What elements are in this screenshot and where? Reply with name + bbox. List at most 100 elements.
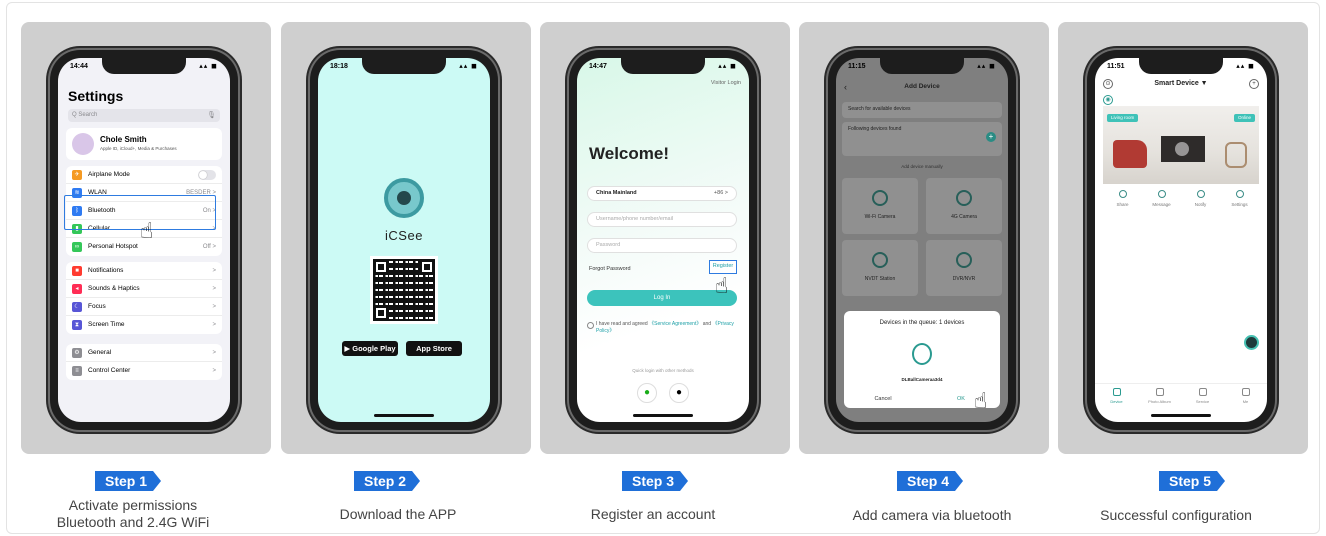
tile-dvr-nvr[interactable]: DVR/NVR <box>926 240 1002 296</box>
password-input[interactable]: Password <box>587 238 737 253</box>
agreement-checkbox[interactable]: I have read and agreed 《Service Agreemen… <box>587 321 739 334</box>
phone-notch <box>1139 58 1223 74</box>
signal-battery-icon: ▴▴ ◼ <box>199 63 218 70</box>
tab-label: Service <box>1195 399 1210 404</box>
notifications-icon: ■ <box>72 266 82 276</box>
agree-text: I have read and agreed <box>596 321 648 327</box>
gear-icon <box>1235 190 1244 198</box>
manual-add-label: Add device manually <box>901 164 943 169</box>
apple-icon[interactable]: ● <box>669 383 689 403</box>
wifi-camera-icon <box>872 190 888 206</box>
tab-me[interactable]: Me <box>1224 388 1267 404</box>
apple-id-profile[interactable]: Chole Smith Apple ID, iCloud+, Media & P… <box>66 128 222 160</box>
hotspot-icon: ∞ <box>72 242 82 252</box>
qr-finder <box>373 259 389 275</box>
settings-row-general[interactable]: ⚙ General > <box>66 344 222 362</box>
step-1-panel: 14:44 ▴▴ ◼ Settings Q Search 🎙 Chole Smi… <box>21 22 271 454</box>
tab-photo-album[interactable]: Photo Album <box>1138 388 1181 404</box>
smart-device-screen: 11:51 ▴▴ ◼ ⊙ Smart Device ▼ + ◉ Living r… <box>1095 58 1267 422</box>
settings-row-notifications[interactable]: ■ Notifications > <box>66 262 222 280</box>
speaker-icon: ◂ <box>72 284 82 294</box>
row-value: Off > <box>202 244 216 250</box>
search-input[interactable]: Q Search 🎙 <box>68 109 220 122</box>
settings-row-focus[interactable]: ☾ Focus > <box>66 298 222 316</box>
home-indicator <box>1151 414 1211 417</box>
hourglass-icon: ⧗ <box>72 320 82 330</box>
cancel-button[interactable]: Cancel <box>848 393 918 405</box>
found-devices-section: Following devices found + <box>842 122 1002 156</box>
tab-service[interactable]: Service <box>1181 388 1224 404</box>
google-play-label: Google Play <box>352 344 396 353</box>
register-button[interactable]: Register <box>709 260 737 274</box>
share-icon <box>1118 190 1127 198</box>
tab-label: Device <box>1110 399 1123 404</box>
chair-shape <box>1225 142 1247 168</box>
tab-device[interactable]: Device <box>1095 388 1138 404</box>
moon-icon: ☾ <box>72 302 82 312</box>
play-icon[interactable] <box>1175 142 1189 156</box>
bottom-tab-bar: Device Photo Album Service Me <box>1095 383 1267 411</box>
qr-finder <box>373 305 389 321</box>
message-action[interactable]: Message <box>1142 190 1181 207</box>
download-screen: 18:18 ▴▴ ◼ iCSee ▶ Google Play App Store <box>318 58 490 422</box>
visitor-login-link[interactable]: Visitor Login <box>711 80 741 86</box>
notify-action[interactable]: Notify <box>1181 190 1220 207</box>
device-tab-icon <box>1112 388 1121 396</box>
share-action[interactable]: Share <box>1103 190 1142 207</box>
camera-status-icon: ◉ <box>1103 95 1113 105</box>
service-agreement-link[interactable]: 《Service Agreement》 <box>649 321 701 327</box>
airplane-toggle[interactable] <box>198 170 216 180</box>
camera-device-icon <box>912 343 932 365</box>
general-group: ⚙ General > ≡ Control Center > <box>66 344 222 380</box>
settings-row-control-center[interactable]: ≡ Control Center > <box>66 362 222 380</box>
pointing-hand-icon: ☝ <box>715 273 729 298</box>
region-select[interactable]: China Mainland +86 > <box>587 186 737 201</box>
row-value: > <box>212 322 216 328</box>
phone-mockup: 14:44 ▴▴ ◼ Settings Q Search 🎙 Chole Smi… <box>50 50 238 430</box>
row-label: Screen Time <box>88 321 125 328</box>
tile-label: Wi-Fi Camera <box>864 214 896 220</box>
add-device-title: Add Device <box>904 83 940 90</box>
tile-wifi-camera[interactable]: Wi-Fi Camera <box>842 178 918 234</box>
pointing-hand-icon: ☝ <box>140 218 154 243</box>
sliders-icon: ≡ <box>72 366 82 376</box>
microphone-icon[interactable]: 🎙 <box>207 109 216 122</box>
home-indicator <box>633 414 693 417</box>
action-label: Settings <box>1231 202 1248 207</box>
settings-title: Settings <box>68 88 124 104</box>
quick-login-label: Quick login with other methods <box>632 368 694 373</box>
pointing-hand-icon: ☝ <box>974 388 988 413</box>
row-label: Sounds & Haptics <box>88 285 140 292</box>
username-input[interactable]: Username/phone number/email <box>587 212 737 227</box>
add-device-plus-icon[interactable]: + <box>986 132 996 142</box>
row-value: > <box>212 304 216 310</box>
google-play-button[interactable]: ▶ Google Play <box>342 341 398 356</box>
forgot-password-link[interactable]: Forgot Password <box>589 266 631 272</box>
welcome-title: Welcome! <box>589 144 669 163</box>
wechat-icon[interactable]: ● <box>637 383 657 403</box>
app-store-button[interactable]: App Store <box>406 341 462 356</box>
settings-row-screen-time[interactable]: ⧗ Screen Time > <box>66 316 222 334</box>
settings-row-sounds[interactable]: ◂ Sounds & Haptics > <box>66 280 222 298</box>
register-screen: 14:47 ▴▴ ◼ Visitor Login Welcome! China … <box>577 58 749 422</box>
online-status-badge: Online <box>1233 114 1255 122</box>
bell-icon <box>1196 190 1205 198</box>
album-tab-icon <box>1155 388 1164 396</box>
assistant-fab-icon[interactable] <box>1244 335 1259 350</box>
settings-action[interactable]: Settings <box>1220 190 1259 207</box>
profile-subtitle: Apple ID, iCloud+, Media & Purchases <box>100 146 177 151</box>
smart-device-title[interactable]: Smart Device ▼ <box>1095 80 1267 87</box>
add-icon[interactable]: + <box>1249 79 1259 89</box>
camera-app-icon <box>384 178 424 218</box>
app-store-label: App Store <box>416 344 452 353</box>
phone-mockup: 11:15 ▴▴ ◼ ‹ Add Device Search for avail… <box>828 50 1016 430</box>
step-5-badge: Step 5 <box>1159 471 1225 491</box>
action-label: Share <box>1116 202 1129 207</box>
tile-4g-camera[interactable]: 4G Camera <box>926 178 1002 234</box>
tile-station[interactable]: NVDT Station <box>842 240 918 296</box>
message-icon <box>1157 190 1166 198</box>
row-label: Focus <box>88 303 106 310</box>
settings-row-airplane-mode[interactable]: ✈ Airplane Mode <box>66 166 222 184</box>
tab-label: Photo Album <box>1148 399 1171 404</box>
tile-label: 4G Camera <box>951 214 977 220</box>
